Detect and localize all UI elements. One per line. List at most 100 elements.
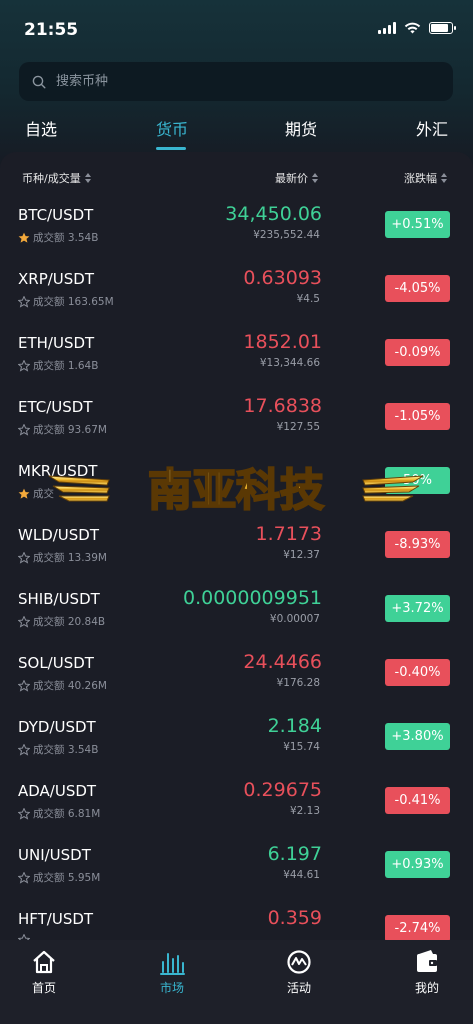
market-row[interactable]: ETH/USDT 成交额 1.64B 1852.01 ¥13,344.66 -0.09% <box>0 324 473 388</box>
star-filled-icon[interactable] <box>18 232 30 244</box>
star-outline-icon[interactable] <box>18 423 30 436</box>
pair-symbol: SHIB/USDT <box>18 590 100 608</box>
volume-text: 成交额 20.84B <box>33 616 106 628</box>
last-price: 2.184 <box>267 715 322 737</box>
star-outline-icon[interactable] <box>18 679 30 692</box>
nav-label: 活动 <box>286 981 311 995</box>
last-price: 0.0000009951 <box>182 587 322 609</box>
market-row[interactable]: XRP/USDT 成交额 163.65M 0.63093 ¥4.5 -4.05% <box>0 260 473 324</box>
volume-text: 成交额 13.39M <box>33 552 107 564</box>
market-table: 币种/成交量 最新价 涨跌幅 BTC/USDT 成交额 3.54B 34,450.0… <box>0 152 473 942</box>
sort-by-change[interactable]: 涨跌幅 <box>404 170 447 186</box>
cny-price: ¥4.5 <box>296 293 320 305</box>
column-header-price: 最新价 <box>275 172 308 185</box>
cellular-signal-icon <box>378 21 396 34</box>
star-outline-icon[interactable] <box>18 743 30 756</box>
last-price: 1.7173 <box>255 523 322 545</box>
pair-symbol: XRP/USDT <box>18 270 95 288</box>
market-row[interactable]: ETC/USDT 成交额 93.67M 17.6838 ¥127.55 -1.05% <box>0 388 473 452</box>
battery-icon <box>429 21 456 34</box>
tab-currency[interactable]: 货币 <box>156 116 188 140</box>
star-outline-icon[interactable] <box>18 615 30 628</box>
tab-futures[interactable]: 期货 <box>285 116 317 140</box>
active-tab-indicator <box>156 147 186 150</box>
market-row[interactable]: BTC/USDT 成交额 3.54B 34,450.06 ¥235,552.44 +0.… <box>0 196 473 260</box>
last-price: 0.359 <box>267 907 322 929</box>
change-badge[interactable]: -8.93% <box>385 531 450 558</box>
market-row[interactable]: DYD/USDT 成交额 3.54B 2.184 ¥15.74 +3.80% <box>0 708 473 772</box>
change-badge[interactable]: +3.72% <box>385 595 450 622</box>
nav-market[interactable]: 市场 <box>132 948 212 996</box>
market-row[interactable]: UNI/USDT 成交额 5.95M 6.197 ¥44.61 +0.93% <box>0 836 473 900</box>
change-badge[interactable]: -0.41% <box>385 787 450 814</box>
last-price: 0.29675 <box>243 779 322 801</box>
category-tabs: 自选 货币 期货 外汇 <box>0 116 473 156</box>
sort-by-price[interactable]: 最新价 <box>275 170 318 186</box>
search-input[interactable] <box>54 73 418 90</box>
status-time: 21:55 <box>24 20 79 40</box>
pair-symbol: ETC/USDT <box>18 398 93 416</box>
cny-price: ¥235,552.44 <box>253 229 320 241</box>
change-badge[interactable]: -0.09% <box>385 339 450 366</box>
star-filled-icon[interactable] <box>18 488 30 500</box>
watermark-text: 南亚科技 <box>148 465 324 516</box>
cny-price: ¥2.13 <box>289 805 320 817</box>
pair-symbol: ETH/USDT <box>18 334 95 352</box>
volume-text: 成交额 163.65M <box>33 296 114 308</box>
cny-price: ¥0.00007 <box>269 613 320 625</box>
market-row[interactable]: SHIB/USDT 成交额 20.84B 0.0000009951 ¥0.00007 +… <box>0 580 473 644</box>
cny-price: ¥12.37 <box>283 549 320 561</box>
volume-info: 成交额 40.26M <box>18 678 107 693</box>
cny-price: ¥176.28 <box>276 677 320 689</box>
change-badge[interactable]: +0.93% <box>385 851 450 878</box>
nav-activity[interactable]: 活动 <box>259 948 339 996</box>
market-row[interactable]: WLD/USDT 成交额 13.39M 1.7173 ¥12.37 -8.93% <box>0 516 473 580</box>
volume-info: 成交额 3.54B <box>18 230 98 245</box>
volume-info: 成交额 6.81M <box>18 806 100 821</box>
bottom-navigation: 首页 市场 活动 我的 <box>0 940 473 1024</box>
search-icon <box>32 75 46 89</box>
nav-home[interactable]: 首页 <box>4 948 84 996</box>
nav-label: 我的 <box>414 981 439 995</box>
search-bar[interactable] <box>19 62 453 101</box>
change-badge[interactable]: -0.40% <box>385 659 450 686</box>
star-outline-icon[interactable] <box>18 551 30 564</box>
activity-icon <box>287 950 311 974</box>
volume-text: 成交额 3.54B <box>33 744 99 756</box>
pair-symbol: WLD/USDT <box>18 526 100 544</box>
sort-by-pair[interactable]: 币种/成交量 <box>22 170 91 186</box>
market-row[interactable]: SOL/USDT 成交额 40.26M 24.4466 ¥176.28 -0.40% <box>0 644 473 708</box>
nav-label: 市场 <box>159 981 184 995</box>
volume-info: 成交额 20.84B <box>18 614 105 629</box>
column-header-change: 涨跌幅 <box>404 172 437 185</box>
change-badge[interactable]: +3.80% <box>385 723 450 750</box>
star-outline-icon[interactable] <box>18 871 30 884</box>
star-outline-icon[interactable] <box>18 807 30 820</box>
cny-price: ¥127.55 <box>276 421 320 433</box>
pair-symbol: DYD/USDT <box>18 718 96 736</box>
market-row[interactable]: ADA/USDT 成交额 6.81M 0.29675 ¥2.13 -0.41% <box>0 772 473 836</box>
home-icon <box>33 950 55 974</box>
wifi-icon <box>404 22 421 33</box>
sort-arrows-icon <box>441 173 447 183</box>
last-price: 1852.01 <box>243 331 322 353</box>
change-badge[interactable]: +0.51% <box>385 211 450 238</box>
nav-profile[interactable]: 我的 <box>387 948 467 996</box>
volume-info: 成交额 1.64B <box>18 358 98 373</box>
volume-text: 成交额 1.64B <box>33 360 99 372</box>
star-outline-icon[interactable] <box>18 359 30 372</box>
volume-text: 成交额 3.54B <box>33 232 99 244</box>
cny-price: ¥44.61 <box>283 869 320 881</box>
change-badge[interactable]: -4.05% <box>385 275 450 302</box>
tab-watchlist[interactable]: 自选 <box>25 116 57 140</box>
volume-text: 成交额 6.81M <box>33 808 101 820</box>
wallet-icon <box>417 950 437 972</box>
change-badge[interactable]: -1.05% <box>385 403 450 430</box>
pair-symbol: BTC/USDT <box>18 206 94 224</box>
market-row[interactable]: HFT/USDT 0.359 -2.74% <box>0 900 473 942</box>
pair-symbol: ADA/USDT <box>18 782 97 800</box>
star-outline-icon[interactable] <box>18 295 30 308</box>
volume-text: 成交额 40.26M <box>33 680 107 692</box>
change-badge[interactable]: -2.74% <box>385 915 450 942</box>
tab-forex[interactable]: 外汇 <box>416 116 448 140</box>
